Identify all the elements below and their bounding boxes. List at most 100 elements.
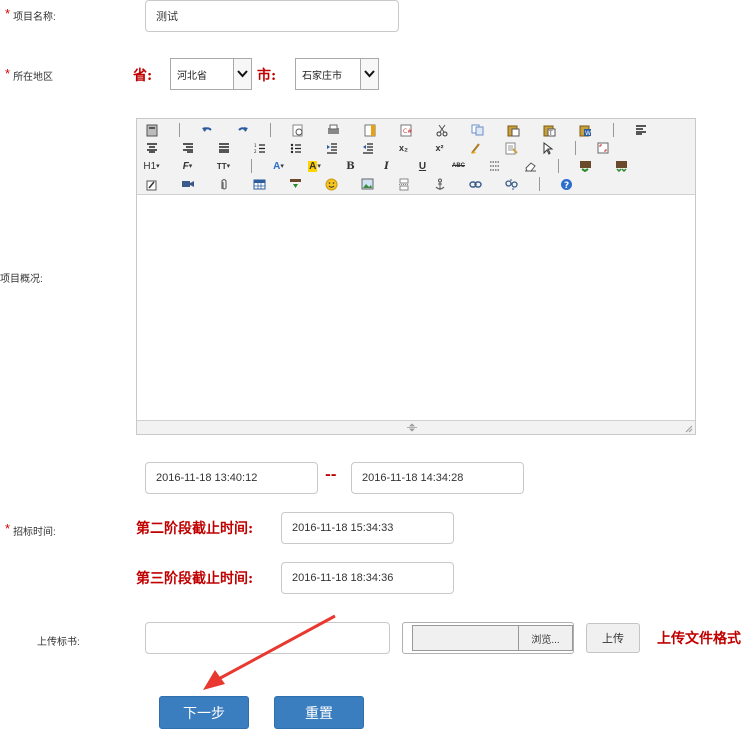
link-icon[interactable] (467, 176, 484, 192)
project-name-label: * 项目名称: (5, 6, 56, 23)
city-label: 市: (257, 68, 277, 84)
font-color-icon[interactable]: A ▾ (270, 158, 287, 174)
outdent-icon[interactable] (359, 140, 376, 156)
highlight-icon[interactable]: A ▾ (306, 158, 323, 174)
emoticon-icon[interactable] (323, 176, 340, 192)
template-icon[interactable] (361, 122, 378, 138)
toolbar-separator (270, 123, 271, 137)
underline-icon[interactable]: U (414, 158, 431, 174)
toolbar-separator (613, 123, 614, 137)
fullscreen-icon[interactable] (594, 140, 611, 156)
stage3-deadline-input[interactable]: 2016-11-18 18:34:36 (281, 562, 454, 594)
anchor-icon[interactable] (431, 176, 448, 192)
required-mark: * (5, 6, 11, 21)
line-height-icon[interactable] (486, 158, 503, 174)
resize-handle-icon[interactable] (406, 423, 418, 432)
flash-icon[interactable] (143, 176, 160, 192)
svg-text:T: T (548, 130, 553, 137)
region-label: * 所在地区 (5, 66, 54, 83)
chevron-down-icon (360, 59, 378, 89)
required-mark: * (5, 66, 11, 81)
align-justify-icon[interactable] (215, 140, 232, 156)
bid-time-label: * 招标时间: (5, 521, 56, 538)
unlink-icon[interactable] (503, 176, 520, 192)
bid-start-time-input[interactable]: 2016-11-18 13:40:12 (145, 462, 318, 494)
editor-resize-bar[interactable] (137, 420, 695, 434)
eraser-icon[interactable] (522, 158, 539, 174)
code-icon[interactable]: C# (397, 122, 414, 138)
required-mark: * (5, 521, 11, 536)
toolbar-separator (558, 159, 559, 173)
file-path-field[interactable] (412, 625, 518, 651)
clear-format-icon[interactable] (467, 140, 484, 156)
reset-button[interactable]: 重置 (274, 696, 364, 729)
bid-end-time-input[interactable]: 2016-11-18 14:34:28 (351, 462, 524, 494)
image-upload-icon[interactable] (577, 158, 594, 174)
province-label: 省: (133, 68, 153, 84)
next-step-button[interactable]: 下一步 (159, 696, 249, 729)
svg-text:?: ? (564, 181, 569, 191)
heading-icon[interactable]: H1 ▾ (143, 158, 160, 174)
font-family-icon[interactable]: F ▾ (179, 158, 196, 174)
redo-icon[interactable] (234, 122, 251, 138)
superscript-icon[interactable]: x² (431, 140, 448, 156)
attachment-icon[interactable] (215, 176, 232, 192)
unordered-list-icon[interactable] (287, 140, 304, 156)
pointer-arrow-icon (203, 614, 336, 690)
table-icon[interactable] (251, 176, 268, 192)
resize-grip-icon[interactable] (683, 423, 693, 433)
strikethrough-icon[interactable]: ABC (450, 158, 467, 174)
upload-button[interactable]: 上传 (586, 623, 640, 653)
indent-icon[interactable] (323, 140, 340, 156)
toolbar-separator (179, 123, 180, 137)
upload-format-note: 上传文件格式 (657, 631, 741, 647)
paste-text-icon[interactable]: T (541, 122, 558, 138)
city-select[interactable]: 石家庄市 (295, 58, 379, 90)
file-chooser[interactable]: 浏览... (402, 622, 574, 654)
stage2-deadline-input[interactable]: 2016-11-18 15:34:33 (281, 512, 454, 544)
editor-toolbar: C# T W 12 x₂ x² H1 ▾ F ▾ TT ▾ A ▾ A ▾ B … (137, 119, 695, 195)
image-icon[interactable] (359, 176, 376, 192)
multi-image-icon[interactable] (613, 158, 630, 174)
copy-icon[interactable] (469, 122, 486, 138)
time-range-separator: -- (325, 467, 337, 483)
print-icon[interactable] (325, 122, 342, 138)
stage3-deadline-label: 第三阶段截止时间: (136, 571, 254, 587)
browse-button[interactable]: 浏览... (518, 625, 573, 651)
overview-label: 项目概况: (0, 274, 43, 285)
align-left-icon[interactable] (632, 122, 649, 138)
help-icon[interactable]: ? (558, 176, 575, 192)
pagebreak-icon[interactable] (395, 176, 412, 192)
italic-icon[interactable]: I (378, 158, 395, 174)
undo-icon[interactable] (198, 122, 215, 138)
paste-word-icon[interactable]: W (577, 122, 594, 138)
editor-content-area[interactable] (137, 196, 695, 420)
province-select[interactable]: 河北省 (170, 58, 252, 90)
cursor-icon[interactable] (539, 140, 556, 156)
subscript-icon[interactable]: x₂ (395, 140, 412, 156)
paste-icon[interactable] (505, 122, 522, 138)
project-name-input[interactable]: 测试 (145, 0, 399, 32)
rich-text-editor: C# T W 12 x₂ x² H1 ▾ F ▾ TT ▾ A ▾ A ▾ B … (136, 118, 696, 435)
cut-icon[interactable] (433, 122, 450, 138)
font-size-icon[interactable]: TT ▾ (215, 158, 232, 174)
toolbar-separator (539, 177, 540, 191)
media-icon[interactable] (179, 176, 196, 192)
hr-icon[interactable] (287, 176, 304, 192)
preview-icon[interactable] (289, 122, 306, 138)
svg-text:2: 2 (254, 149, 257, 154)
align-center-icon[interactable] (143, 140, 160, 156)
chevron-down-icon (233, 59, 251, 89)
select-all-icon[interactable] (503, 140, 520, 156)
svg-text:W: W (585, 130, 591, 137)
source-icon[interactable] (143, 122, 160, 138)
svg-text:C#: C# (403, 128, 412, 135)
stage2-deadline-label: 第二阶段截止时间: (136, 521, 254, 537)
svg-text:1: 1 (254, 143, 257, 148)
upload-label: 上传标书: (37, 637, 80, 648)
ordered-list-icon[interactable]: 12 (251, 140, 268, 156)
align-right-icon[interactable] (179, 140, 196, 156)
toolbar-separator (251, 159, 252, 173)
toolbar-separator (575, 141, 576, 155)
bold-icon[interactable]: B (342, 158, 359, 174)
